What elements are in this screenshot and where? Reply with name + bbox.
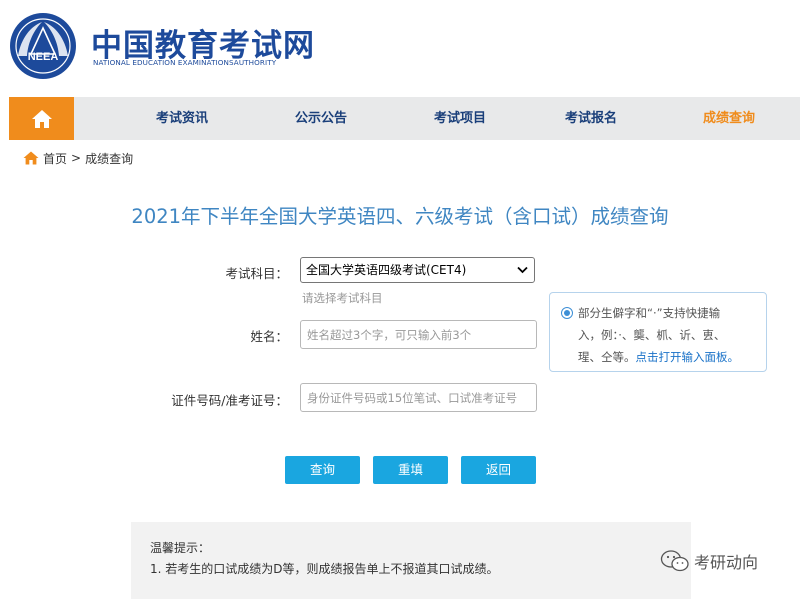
breadcrumb-home-link[interactable]: 首页 — [43, 150, 67, 167]
radio-selected-icon — [561, 307, 573, 319]
tip-line-3: 瑆、仝等。点击打开输入面板。 — [578, 346, 758, 368]
name-input[interactable] — [300, 320, 537, 349]
watermark: 考研动向 — [660, 549, 758, 573]
subject-hint: 请选择考试科目 — [302, 291, 383, 305]
logo-emblem-text: NEEA — [28, 51, 59, 63]
id-number-input[interactable] — [300, 383, 537, 412]
subject-select-value: 全国大学英语四级考试(CET4) — [306, 263, 467, 277]
nav-item-announcements[interactable]: 公示公告 — [295, 97, 347, 140]
watermark-text: 考研动向 — [694, 553, 759, 572]
tip-line-3-text: 瑆、仝等。 — [578, 350, 636, 364]
id-label: 证件号码/准考证号： — [171, 393, 288, 408]
rare-char-tip: 部分生僻字和“·”支持快捷输 入，例：·、龑、枛、䜣、叀、 瑆、仝等。点击打开输… — [549, 292, 767, 372]
nav-item-registration[interactable]: 考试报名 — [565, 97, 617, 140]
wechat-icon — [660, 550, 689, 572]
nav-item-score-query[interactable]: 成绩查询 — [703, 97, 755, 140]
neea-logo-icon[interactable]: NEEA — [9, 12, 77, 80]
notice-title: 温馨提示： — [150, 541, 211, 555]
notice-item-1: 1. 若考生的口试成绩为D等，则成绩报告单上不报道其口试成绩。 — [150, 562, 499, 576]
page-title: 2021年下半年全国大学英语四、六级考试（含口试）成绩查询 — [131, 205, 669, 228]
nav-item-exam-news[interactable]: 考试资讯 — [156, 97, 208, 140]
breadcrumb-separator: > — [71, 151, 82, 165]
name-label: 姓名： — [250, 329, 288, 344]
home-icon — [31, 109, 52, 128]
tip-line-1: 部分生僻字和“·”支持快捷输 — [578, 306, 721, 320]
subject-label: 考试科目： — [225, 266, 288, 281]
tip-line-2: 入，例：·、龑、枛、䜣、叀、 — [578, 328, 726, 342]
notice-box: 温馨提示： 1. 若考生的口试成绩为D等，则成绩报告单上不报道其口试成绩。 — [131, 522, 691, 599]
breadcrumb-current: 成绩查询 — [85, 151, 134, 166]
subject-select[interactable]: 全国大学英语四级考试(CET4) — [300, 257, 535, 283]
nav-home-button[interactable] — [9, 97, 74, 140]
open-input-panel-link[interactable]: 点击打开输入面板。 — [636, 350, 740, 364]
main-nav: 考试资讯 公示公告 考试项目 考试报名 成绩查询 — [9, 97, 800, 140]
site-header: NEEA 中国教育考试网 NATIONAL EDUCATION EXAMINAT… — [0, 0, 800, 97]
nav-item-exam-projects[interactable]: 考试项目 — [434, 97, 486, 140]
chevron-down-icon — [517, 266, 528, 274]
breadcrumb: 首页 > 成绩查询 — [23, 148, 133, 168]
query-button[interactable]: 查询 — [285, 456, 360, 484]
home-icon — [23, 151, 39, 165]
site-title-en: NATIONAL EDUCATION EXAMINATIONSAUTHORITY — [93, 58, 277, 67]
back-button[interactable]: 返回 — [461, 456, 536, 484]
reset-button[interactable]: 重填 — [373, 456, 448, 484]
